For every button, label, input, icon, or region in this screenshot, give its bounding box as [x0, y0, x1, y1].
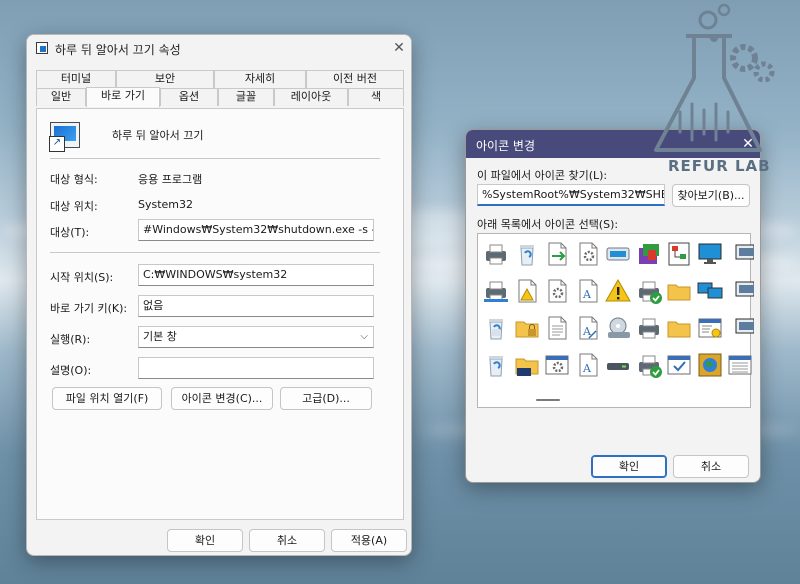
- ok-button[interactable]: 확인: [167, 529, 243, 552]
- tab-shortcut[interactable]: 바로 가기: [86, 87, 160, 107]
- window-gear-icon[interactable]: [543, 351, 571, 379]
- browse-button[interactable]: 찾아보기(B)...: [672, 184, 750, 207]
- globe-frame-icon[interactable]: [696, 351, 724, 379]
- tab-details[interactable]: 자세히: [214, 70, 306, 88]
- run-select[interactable]: 기본 창 ⌵: [138, 326, 374, 348]
- open-file-location-button[interactable]: 파일 위치 열기(F): [52, 387, 162, 410]
- tab-previous-versions[interactable]: 이전 버전: [306, 70, 404, 88]
- tab-strip: 터미널 보안 자세히 이전 버전 일반 바로 가기 옵션 글꼴 레이아웃 색: [36, 70, 404, 108]
- tab-general[interactable]: 일반: [36, 88, 86, 106]
- document-font-icon[interactable]: A: [574, 351, 602, 379]
- refur-lab-logo: [654, 3, 775, 152]
- drive-bar-icon[interactable]: [604, 240, 632, 268]
- change-icon-title: 아이콘 변경: [476, 139, 536, 153]
- disc-drive-icon[interactable]: [604, 314, 632, 342]
- icon-file-path-input[interactable]: %SystemRoot%₩System32₩SHELL32.d: [477, 184, 665, 206]
- list-window-icon[interactable]: [726, 351, 754, 379]
- target-location-value: System32: [138, 198, 194, 211]
- document-gear-icon[interactable]: [543, 277, 571, 305]
- program-name: 하루 뒤 알아서 끄기: [112, 129, 204, 142]
- apply-button[interactable]: 적용(A): [331, 529, 407, 552]
- divider: [50, 158, 380, 159]
- shortcut-window-icon: [36, 42, 48, 54]
- shortcut-properties-dialog: 하루 뒤 알아서 끄기 속성 ✕ 터미널 보안 자세히 이전 버전 일반 바로 …: [26, 34, 412, 556]
- tab-security[interactable]: 보안: [116, 70, 214, 88]
- target-input[interactable]: #Windows₩System32₩shutdown.exe -s -t 864…: [138, 219, 374, 241]
- shortcut-key-input[interactable]: 없음: [138, 295, 374, 317]
- divider: [50, 252, 380, 253]
- display-partial-icon[interactable]: [726, 277, 755, 305]
- document-lines-icon[interactable]: [543, 314, 571, 342]
- tab-options[interactable]: 옵션: [160, 88, 218, 106]
- tab-layout[interactable]: 레이아웃: [274, 88, 348, 106]
- recycle-bin-full-icon[interactable]: [482, 314, 510, 342]
- cancel-button[interactable]: 취소: [249, 529, 325, 552]
- recycle-bin-icon[interactable]: [482, 351, 510, 379]
- shortcut-tab-panel: 하루 뒤 알아서 끄기 대상 형식: 응용 프로그램 대상 위치: System…: [36, 108, 404, 520]
- target-location-label: 대상 위치:: [50, 200, 98, 213]
- tab-color[interactable]: 색: [348, 88, 404, 106]
- icon-list[interactable]: AAA: [477, 233, 755, 408]
- folder-icon[interactable]: [665, 314, 693, 342]
- change-icon-dialog: 아이콘 변경 ✕ 이 파일에서 아이콘 찾기(L): %SystemRoot%₩…: [465, 129, 761, 483]
- icon-ok-button[interactable]: 확인: [591, 455, 667, 478]
- tab-font[interactable]: 글꼴: [218, 88, 274, 106]
- document-gears-icon[interactable]: [574, 240, 602, 268]
- start-in-label: 시작 위치(S):: [50, 271, 114, 284]
- horizontal-scrollbar[interactable]: [536, 399, 560, 401]
- folder-icon[interactable]: [665, 277, 693, 305]
- folder-lock-icon[interactable]: [513, 314, 541, 342]
- start-in-input[interactable]: C:₩WINDOWS₩system32: [138, 264, 374, 286]
- printer-icon[interactable]: [482, 240, 510, 268]
- install-package-icon[interactable]: [635, 240, 663, 268]
- icon-cancel-button[interactable]: 취소: [673, 455, 749, 478]
- settings-window-icon[interactable]: [696, 314, 724, 342]
- svg-text:A: A: [582, 362, 592, 375]
- recycle-bin-empty-icon[interactable]: [513, 240, 541, 268]
- run-select-value: 기본 창: [143, 330, 177, 343]
- document-warning-icon[interactable]: [513, 277, 541, 305]
- target-type-label: 대상 형식:: [50, 173, 98, 186]
- tab-terminal[interactable]: 터미널: [36, 70, 116, 88]
- change-icon-button[interactable]: 아이콘 변경(C)...: [171, 387, 273, 410]
- look-in-label: 이 파일에서 아이콘 찾기(L):: [477, 169, 608, 182]
- printer-check-icon[interactable]: [635, 277, 663, 305]
- brand-watermark: REFUR LAB: [668, 157, 771, 175]
- document-font-icon[interactable]: A: [574, 277, 602, 305]
- close-icon[interactable]: ✕: [390, 40, 408, 56]
- tab-row-1: 터미널 보안 자세히 이전 버전: [36, 70, 404, 88]
- run-label: 실행(R):: [50, 333, 91, 346]
- svg-text:A: A: [582, 288, 592, 301]
- comment-label: 설명(O):: [50, 364, 92, 377]
- warning-icon[interactable]: [604, 277, 632, 305]
- folder-image-icon[interactable]: [513, 351, 541, 379]
- network-app-icon[interactable]: [665, 240, 693, 268]
- target-label: 대상(T):: [50, 226, 90, 239]
- properties-titlebar[interactable]: 하루 뒤 알아서 끄기 속성 ✕: [27, 35, 411, 61]
- printer-icon[interactable]: [635, 314, 663, 342]
- monitor-partial-icon[interactable]: [726, 240, 755, 268]
- checkbox-window-icon[interactable]: [665, 351, 693, 379]
- advanced-button[interactable]: 고급(D)...: [280, 387, 372, 410]
- drive-flat-icon[interactable]: [604, 351, 632, 379]
- shortcut-key-label: 바로 가기 키(K):: [50, 302, 128, 315]
- comment-input[interactable]: [138, 357, 374, 379]
- printer-network-icon[interactable]: [482, 277, 510, 305]
- document-font-arrow-icon[interactable]: A: [574, 314, 602, 342]
- select-icon-label: 아래 목록에서 아이콘 선택(S):: [477, 218, 619, 231]
- properties-title: 하루 뒤 알아서 끄기 속성: [55, 43, 181, 57]
- printer-check-icon[interactable]: [635, 351, 663, 379]
- chevron-down-icon: ⌵: [360, 331, 368, 342]
- shortcut-program-icon: [49, 122, 80, 152]
- monitor-small-icon[interactable]: [726, 314, 755, 342]
- monitor-icon[interactable]: [696, 240, 724, 268]
- target-type-value: 응용 프로그램: [138, 173, 203, 186]
- monitors-icon[interactable]: [696, 277, 724, 305]
- tab-row-2: 일반 바로 가기 옵션 글꼴 레이아웃 색: [36, 87, 404, 108]
- document-arrow-icon[interactable]: [543, 240, 571, 268]
